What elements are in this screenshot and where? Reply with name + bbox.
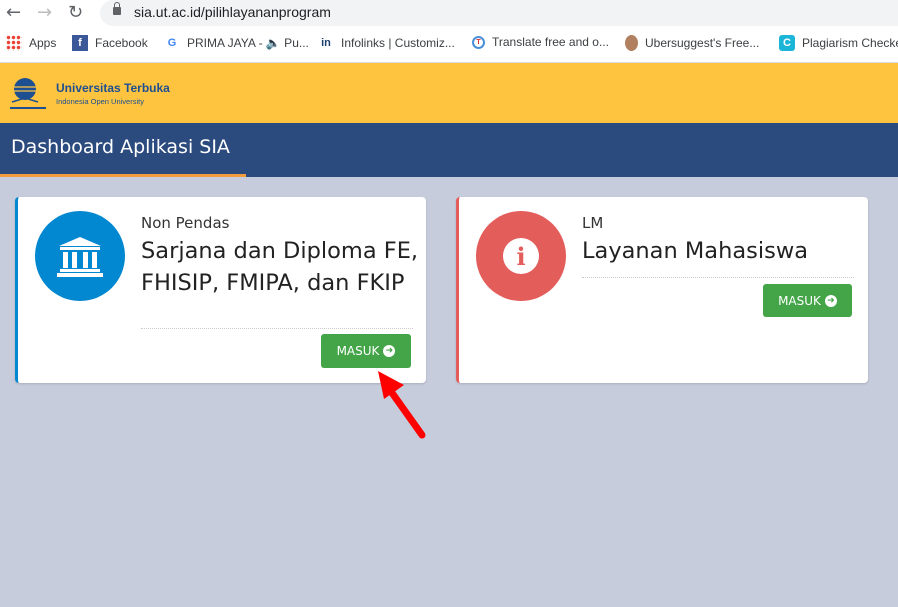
brand-name: Universitas Terbuka bbox=[56, 81, 170, 95]
card-subtitle: Non Pendas bbox=[141, 214, 230, 232]
bookmark-plagiarism[interactable]: C Plagiarism Checke bbox=[779, 35, 898, 51]
address-bar[interactable]: sia.ut.ac.id/pilihlayananprogram bbox=[100, 0, 898, 26]
back-icon[interactable]: ← bbox=[6, 2, 21, 23]
bookmark-label: Infolinks | Customiz... bbox=[341, 36, 455, 50]
bookmark-translate[interactable]: T Translate free and o... bbox=[472, 35, 609, 49]
ut-logo[interactable] bbox=[6, 76, 48, 112]
bookmark-ubersuggest[interactable]: Ubersuggest's Free... bbox=[625, 35, 759, 51]
bookmark-label: PRIMA JAYA - 🔈 Pu... bbox=[187, 36, 309, 50]
dashboard-title[interactable]: Dashboard Aplikasi SIA bbox=[0, 123, 246, 177]
red-arrow-annotation-icon bbox=[378, 371, 426, 439]
bookmark-label: Apps bbox=[29, 36, 57, 50]
bookmark-facebook[interactable]: f Facebook bbox=[72, 35, 148, 51]
infolinks-icon: in bbox=[321, 37, 331, 49]
masuk-button[interactable]: MASUK ➜ bbox=[763, 284, 852, 317]
bookmark-label: Translate free and o... bbox=[492, 35, 609, 49]
bookmark-label: Facebook bbox=[95, 36, 148, 50]
masuk-label: MASUK bbox=[778, 293, 821, 308]
card-lm: i LM Layanan Mahasiswa MASUK ➜ bbox=[456, 197, 868, 383]
divider bbox=[582, 277, 854, 278]
masuk-label: MASUK bbox=[336, 344, 380, 358]
university-building-icon bbox=[35, 211, 125, 301]
card-title: Layanan Mahasiswa bbox=[582, 238, 809, 264]
divider bbox=[141, 328, 413, 329]
translate-icon: T bbox=[472, 35, 485, 49]
bookmark-prima-jaya[interactable]: G PRIMA JAYA - 🔈 Pu... bbox=[164, 35, 309, 51]
forward-icon[interactable]: → bbox=[37, 2, 52, 23]
plagiarism-icon: C bbox=[779, 35, 795, 51]
card-non-pendas: Non Pendas Sarjana dan Diploma FE, FHISI… bbox=[15, 197, 426, 383]
site-header: Universitas Terbuka Indonesia Open Unive… bbox=[0, 63, 898, 123]
ubersuggest-icon bbox=[625, 35, 638, 51]
bookmark-infolinks[interactable]: in Infolinks | Customiz... bbox=[318, 35, 455, 51]
reload-icon[interactable]: ↻ bbox=[68, 2, 83, 23]
bookmark-label: Plagiarism Checke bbox=[802, 36, 898, 50]
browser-chrome: ← → ↻ sia.ut.ac.id/pilihlayananprogram A… bbox=[0, 0, 898, 63]
arrow-circle-right-icon: ➜ bbox=[383, 345, 396, 357]
lock-icon bbox=[113, 2, 121, 15]
url-text: sia.ut.ac.id/pilihlayananprogram bbox=[134, 4, 331, 20]
bookmark-apps[interactable]: Apps bbox=[6, 35, 56, 51]
arrow-circle-right-icon: ➜ bbox=[824, 294, 837, 307]
apps-grid-icon bbox=[6, 35, 22, 51]
card-title: Sarjana dan Diploma FE, FHISIP, FMIPA, d… bbox=[141, 238, 419, 296]
card-subtitle: LM bbox=[582, 214, 604, 232]
navbar: Dashboard Aplikasi SIA bbox=[0, 123, 898, 177]
bookmark-label: Ubersuggest's Free... bbox=[645, 36, 760, 50]
info-icon: i bbox=[476, 211, 566, 301]
google-icon: G bbox=[167, 37, 177, 49]
masuk-button[interactable]: MASUK ➜ bbox=[321, 334, 411, 368]
brand-tagline: Indonesia Open University bbox=[56, 97, 144, 106]
facebook-icon: f bbox=[72, 35, 88, 51]
